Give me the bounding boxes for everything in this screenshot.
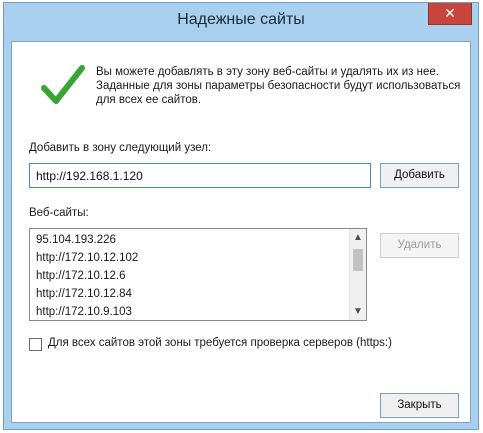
title-bar[interactable]: Надежные сайты ✕ [4,3,478,41]
scroll-down-icon[interactable]: ▼ [350,303,366,320]
zone-description: Вы можете добавлять в эту зону веб-сайты… [96,66,461,106]
websites-list[interactable]: 95.104.193.226 http://172.10.12.102 http… [29,228,367,321]
site-url-input[interactable] [29,163,371,188]
scroll-up-icon[interactable]: ▲ [350,229,366,246]
window-title: Надежные сайты [177,11,305,28]
list-item[interactable]: http://172.10.12.102 [36,252,138,264]
list-item[interactable]: 95.104.193.226 [36,234,116,246]
close-button[interactable]: Закрыть [380,393,459,418]
add-button[interactable]: Добавить [380,163,459,188]
trusted-sites-dialog: Надежные сайты ✕ Вы можете добавлять в э… [3,2,479,430]
dialog-body: Вы можете добавлять в эту зону веб-сайты… [11,41,471,423]
list-item[interactable]: http://172.10.12.6 [36,270,126,282]
scroll-thumb[interactable] [353,249,363,271]
list-item[interactable]: http://172.10.9.103 [36,306,132,318]
close-icon: ✕ [444,5,456,21]
remove-button[interactable]: Удалить [380,233,459,258]
window-close-button[interactable]: ✕ [428,3,472,25]
checkmark-icon [41,65,85,104]
websites-label: Веб-сайты: [29,207,89,219]
https-verification-checkbox[interactable] [29,338,42,351]
list-scrollbar[interactable]: ▲ ▼ [349,229,366,320]
list-item[interactable]: http://172.10.12.84 [36,288,132,300]
add-site-label: Добавить в зону следующий узел: [29,142,212,154]
https-verification-label[interactable]: Для всех сайтов этой зоны требуется пров… [48,337,392,349]
